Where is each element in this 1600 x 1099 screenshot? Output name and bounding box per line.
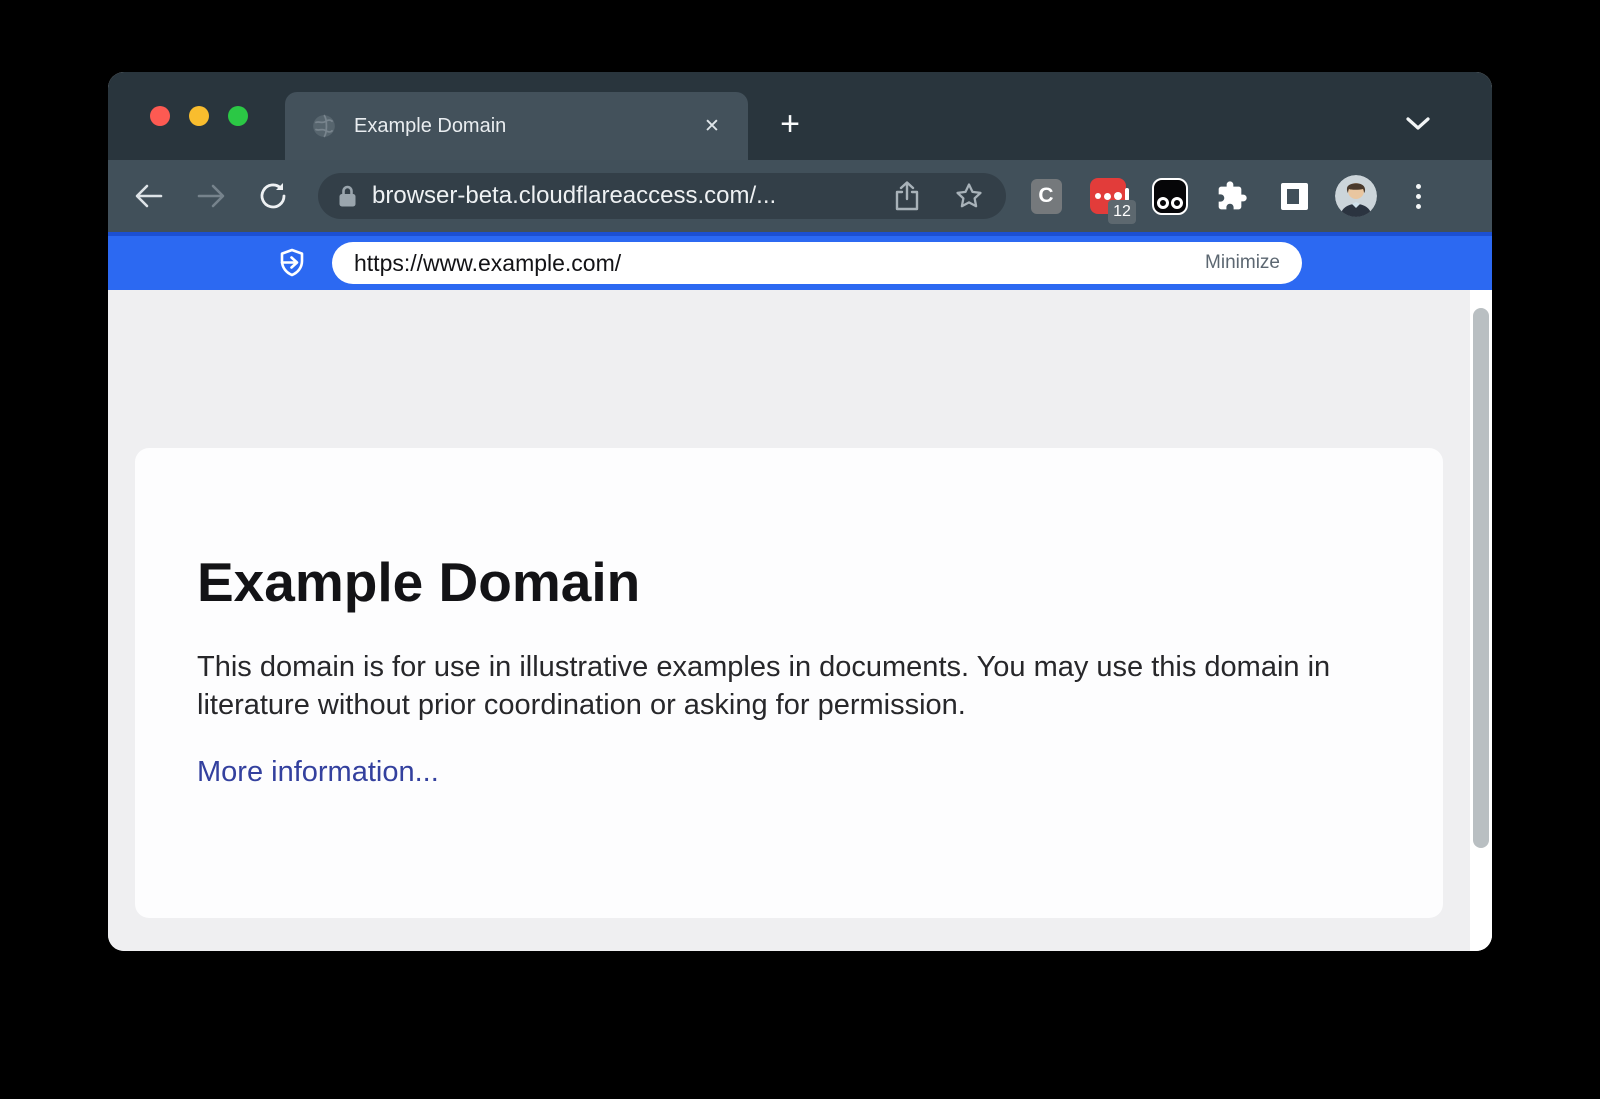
globe-favicon-icon [311,113,337,139]
three-dot-menu-icon [1416,184,1421,209]
share-button[interactable] [890,179,924,213]
browser-tab[interactable]: Example Domain ✕ [285,92,748,160]
back-button[interactable] [128,175,170,217]
scrollbar-track[interactable] [1470,290,1492,951]
extension-c-icon: C [1031,179,1062,214]
tab-title: Example Domain [354,115,698,138]
side-panel-button[interactable] [1276,176,1312,216]
macos-window-controls [150,106,248,126]
fullscreen-window-button[interactable] [228,106,248,126]
forward-button[interactable] [190,175,232,217]
address-bar-url[interactable]: browser-beta.cloudflareaccess.com/... [372,182,890,210]
new-tab-button[interactable]: + [768,102,812,146]
browser-menu-button[interactable] [1400,176,1436,216]
browser-window: Example Domain ✕ + [108,72,1492,951]
isolation-url-bar: https://www.example.com/ Minimize [108,232,1492,290]
tab-close-icon[interactable]: ✕ [698,112,726,140]
extensions-area: C 12 [1028,176,1436,216]
close-window-button[interactable] [150,106,170,126]
minimize-isolation-button[interactable]: Minimize [1205,252,1280,274]
example-domain-card: Example Domain This domain is for use in… [135,448,1443,918]
scrollbar-thumb[interactable] [1473,308,1489,848]
browser-toolbar: browser-beta.cloudflareaccess.com/... C [108,160,1492,232]
minimize-window-button[interactable] [189,106,209,126]
isolated-url-input[interactable]: https://www.example.com/ Minimize [332,242,1302,284]
extension-oo-icon [1152,178,1188,215]
extension-blocker-button[interactable]: 12 [1090,176,1126,216]
extension-badge-count: 12 [1108,200,1136,224]
page-body-text: This domain is for use in illustrative e… [197,648,1347,724]
lock-icon[interactable] [338,184,357,208]
page-heading: Example Domain [197,550,1373,614]
isolation-shield-icon [278,248,306,278]
side-panel-icon [1281,183,1308,210]
isolated-url-value[interactable]: https://www.example.com/ [354,250,1205,277]
extension-c-button[interactable]: C [1028,176,1064,216]
address-bar[interactable]: browser-beta.cloudflareaccess.com/... [318,173,1006,219]
tab-strip: Example Domain ✕ + [108,72,1492,160]
more-information-link[interactable]: More information... [197,756,439,789]
extensions-puzzle-button[interactable] [1214,176,1250,216]
tab-search-chevron-icon[interactable] [1402,108,1434,140]
reload-button[interactable] [252,175,294,217]
profile-avatar[interactable] [1338,176,1374,216]
bookmark-star-icon[interactable] [952,179,986,213]
avatar-photo [1335,175,1377,217]
extension-oo-button[interactable] [1152,176,1188,216]
page-viewport: Example Domain This domain is for use in… [108,290,1492,951]
